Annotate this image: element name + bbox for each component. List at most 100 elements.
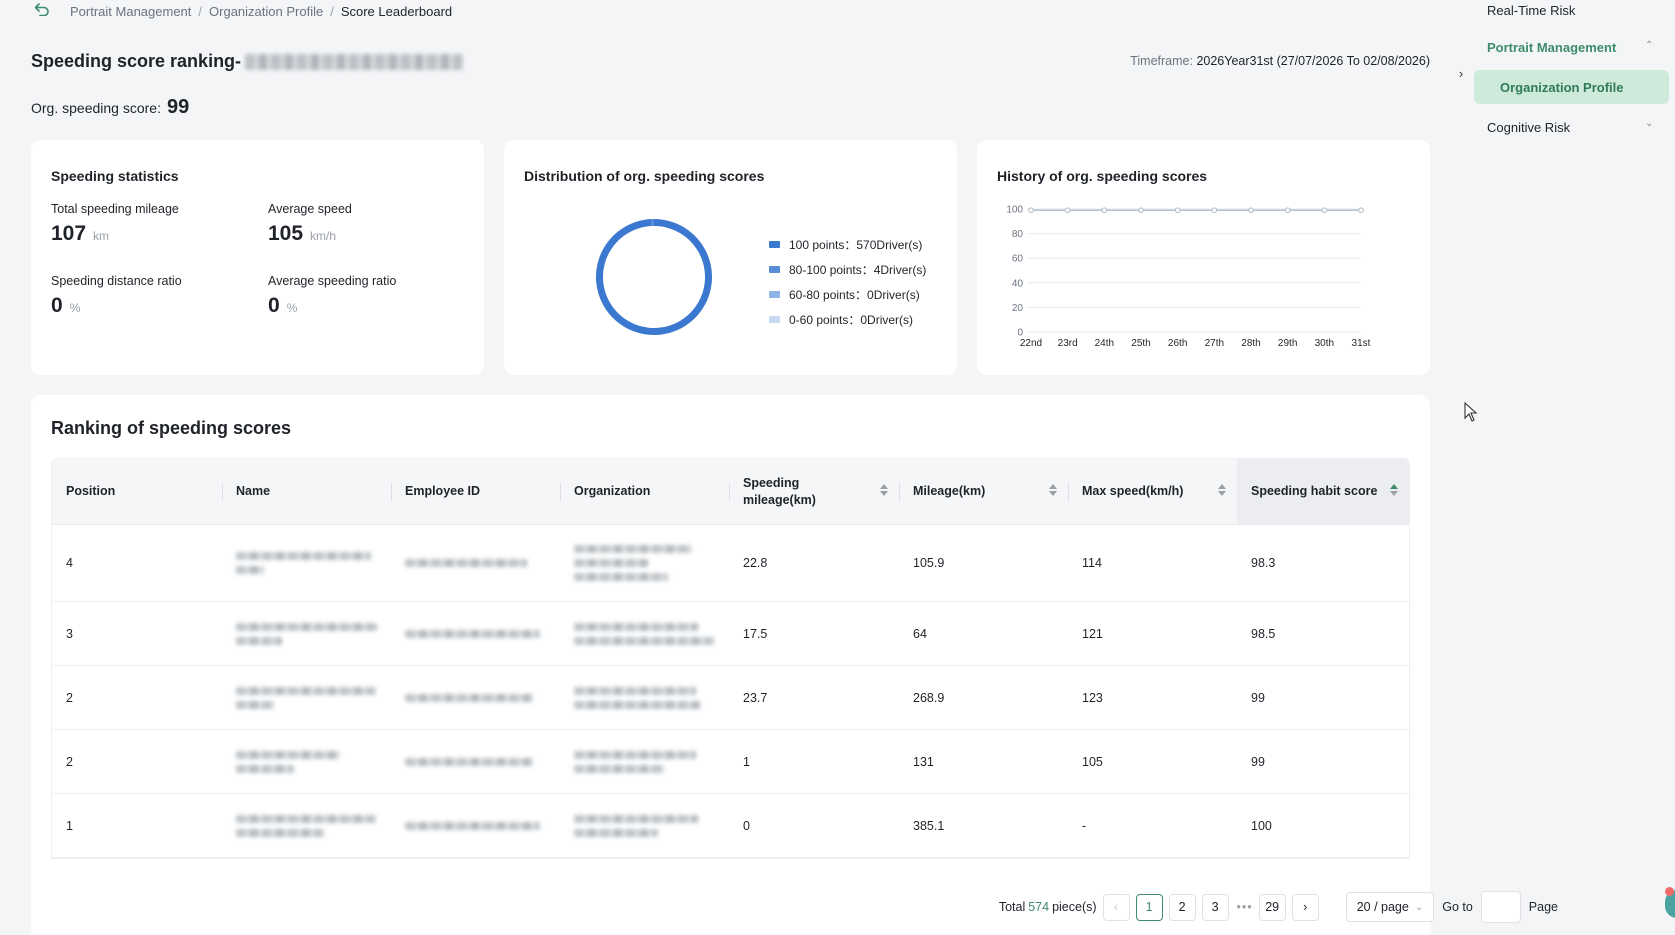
page-button-3[interactable]: 3 bbox=[1201, 893, 1229, 921]
cell-max-speed: 105 bbox=[1082, 754, 1103, 769]
cell-employee-id-redacted bbox=[391, 730, 560, 793]
column-header-mileage[interactable]: Mileage(km) bbox=[899, 459, 1068, 524]
legend-swatch bbox=[769, 266, 780, 273]
page-button-1[interactable]: 1 bbox=[1135, 893, 1163, 921]
data-point bbox=[1321, 207, 1328, 214]
column-header-max-speed[interactable]: Max speed(km/h) bbox=[1068, 459, 1237, 524]
column-header-organization: Organization bbox=[560, 459, 729, 524]
data-point bbox=[1101, 207, 1108, 214]
cell-employee-id-redacted bbox=[391, 794, 560, 857]
table-row[interactable]: 1 0 385.1 - 100 bbox=[52, 794, 1409, 858]
legend-label: 80-100 points：4Driver(s) bbox=[789, 263, 927, 277]
legend-item[interactable]: 100 points：570Driver(s) bbox=[769, 232, 926, 257]
data-point bbox=[1211, 207, 1218, 214]
data-point bbox=[1358, 207, 1364, 214]
legend-label: 100 points：570Driver(s) bbox=[789, 238, 923, 252]
nav-group-cognitive-risk[interactable]: Cognitive Risk bbox=[1487, 120, 1570, 135]
breadcrumb: Portrait Management / Organization Profi… bbox=[34, 2, 452, 20]
mouse-cursor-icon bbox=[1464, 401, 1478, 425]
cell-speeding-habit-score: 99 bbox=[1251, 754, 1265, 769]
timeframe-value: 2026Year31st (27/07/2026 To 02/08/2026) bbox=[1196, 54, 1430, 68]
y-tick-label: 60 bbox=[1012, 254, 1024, 265]
back-arrow-icon[interactable] bbox=[34, 2, 52, 21]
page-button-29[interactable]: 29 bbox=[1258, 893, 1286, 921]
column-divider bbox=[391, 483, 392, 501]
legend-item[interactable]: 80-100 points：4Driver(s) bbox=[769, 257, 926, 282]
cell-name-redacted bbox=[222, 730, 391, 793]
chevron-up-icon[interactable]: ⌃ bbox=[1645, 40, 1653, 51]
x-tick-label: 29th bbox=[1278, 338, 1297, 349]
table-row[interactable]: 4 22.8 105.9 114 98.3 bbox=[52, 525, 1409, 602]
cell-speeding-mileage: 0 bbox=[743, 818, 750, 833]
table-row[interactable]: 2 23.7 268.9 123 99 bbox=[52, 666, 1409, 730]
x-tick-label: 25th bbox=[1131, 338, 1150, 349]
breadcrumb-item-portrait-management[interactable]: Portrait Management bbox=[70, 4, 191, 19]
x-tick-label: 28th bbox=[1241, 338, 1260, 349]
nav-item-real-time-risk[interactable]: Real-Time Risk bbox=[1487, 3, 1575, 18]
stat-unit: km bbox=[93, 229, 110, 243]
column-divider bbox=[1068, 483, 1069, 501]
column-header-employee-id: Employee ID bbox=[391, 459, 560, 524]
legend-swatch bbox=[769, 291, 780, 298]
cell-max-speed: 123 bbox=[1082, 690, 1103, 705]
ranking-table: Position Name Employee ID Organization S… bbox=[51, 458, 1410, 859]
column-divider bbox=[729, 483, 730, 501]
cell-organization-redacted bbox=[560, 602, 729, 665]
cell-speeding-habit-score: 98.3 bbox=[1251, 556, 1276, 570]
distribution-legend: 100 points：570Driver(s) 80-100 points：4D… bbox=[769, 232, 926, 332]
cell-position: 4 bbox=[66, 556, 73, 570]
table-row[interactable]: 2 1 131 105 99 bbox=[52, 730, 1409, 794]
table-row[interactable]: 3 17.5 64 121 98.5 bbox=[52, 602, 1409, 666]
column-header-label: Speeding habit score bbox=[1251, 484, 1378, 498]
ranking-card: Ranking of speeding scores Position Name… bbox=[31, 395, 1430, 935]
data-point bbox=[1248, 207, 1254, 214]
column-header-label: Employee ID bbox=[405, 484, 481, 498]
distribution-card: Distribution of org. speeding scores 100… bbox=[504, 140, 957, 375]
timeframe: Timeframe: 2026Year31st (27/07/2026 To 0… bbox=[1130, 54, 1430, 68]
legend-label: 0-60 points：0Driver(s) bbox=[789, 313, 914, 327]
column-header-speeding-mileage[interactable]: Speeding mileage(km) bbox=[729, 459, 899, 524]
sort-icon[interactable] bbox=[1218, 484, 1227, 500]
page-button-2[interactable]: 2 bbox=[1168, 893, 1196, 921]
cell-mileage: 385.1 bbox=[913, 818, 945, 833]
x-tick-label: 22nd bbox=[1020, 338, 1042, 349]
cell-name-redacted bbox=[222, 602, 391, 665]
column-header-label: Name bbox=[236, 484, 271, 498]
x-tick-label: 23rd bbox=[1058, 338, 1078, 349]
chevron-down-icon[interactable]: ⌄ bbox=[1645, 118, 1653, 129]
sort-icon[interactable] bbox=[1049, 484, 1058, 500]
column-header-label: Max speed(km/h) bbox=[1082, 484, 1184, 498]
page-size-select[interactable]: 20 / page ⌄ bbox=[1345, 892, 1435, 922]
legend-item[interactable]: 0-60 points：0Driver(s) bbox=[769, 307, 926, 332]
stat-value: 107 bbox=[51, 222, 87, 245]
cell-speeding-habit-score: 98.5 bbox=[1251, 626, 1276, 641]
y-tick-label: 0 bbox=[1017, 328, 1023, 339]
chevron-right-icon[interactable]: › bbox=[1450, 62, 1472, 84]
sort-ascending-icon[interactable] bbox=[1390, 484, 1399, 500]
breadcrumb-item-organization-profile[interactable]: Organization Profile bbox=[209, 4, 323, 19]
nav-group-portrait-management[interactable]: Portrait Management bbox=[1487, 40, 1616, 55]
org-score-value: 99 bbox=[166, 96, 190, 118]
stat-unit: km/h bbox=[310, 229, 337, 243]
next-page-button[interactable]: › bbox=[1291, 893, 1319, 921]
column-header-speeding-habit-score[interactable]: Speeding habit score bbox=[1237, 459, 1409, 524]
cell-max-speed: 121 bbox=[1082, 626, 1103, 641]
prev-page-button[interactable]: ‹ bbox=[1102, 893, 1130, 921]
column-divider bbox=[222, 483, 223, 501]
legend-item[interactable]: 60-80 points：0Driver(s) bbox=[769, 282, 926, 307]
x-tick-label: 26th bbox=[1168, 338, 1187, 349]
page-size-value: 20 / page bbox=[1356, 900, 1409, 914]
nav-item-organization-profile[interactable]: Organization Profile bbox=[1474, 70, 1669, 104]
stat-total-speeding-mileage: Total speeding mileage 107 km bbox=[51, 202, 179, 246]
column-divider bbox=[560, 483, 561, 501]
column-header-label: Mileage(km) bbox=[913, 484, 986, 498]
pagination-total: Total 574 piece(s) bbox=[999, 900, 1097, 914]
stat-speeding-distance-ratio: Speeding distance ratio 0% bbox=[51, 274, 182, 318]
timeframe-label: Timeframe: bbox=[1130, 54, 1193, 68]
more-pages-icon[interactable]: ••• bbox=[1237, 900, 1253, 914]
column-header-position: Position bbox=[66, 484, 116, 498]
card-title: Speeding statistics bbox=[51, 168, 179, 184]
history-card: History of org. speeding scores 0 20 40 60 8… bbox=[977, 140, 1430, 375]
data-point bbox=[1174, 207, 1181, 214]
sort-icon[interactable] bbox=[880, 484, 889, 500]
